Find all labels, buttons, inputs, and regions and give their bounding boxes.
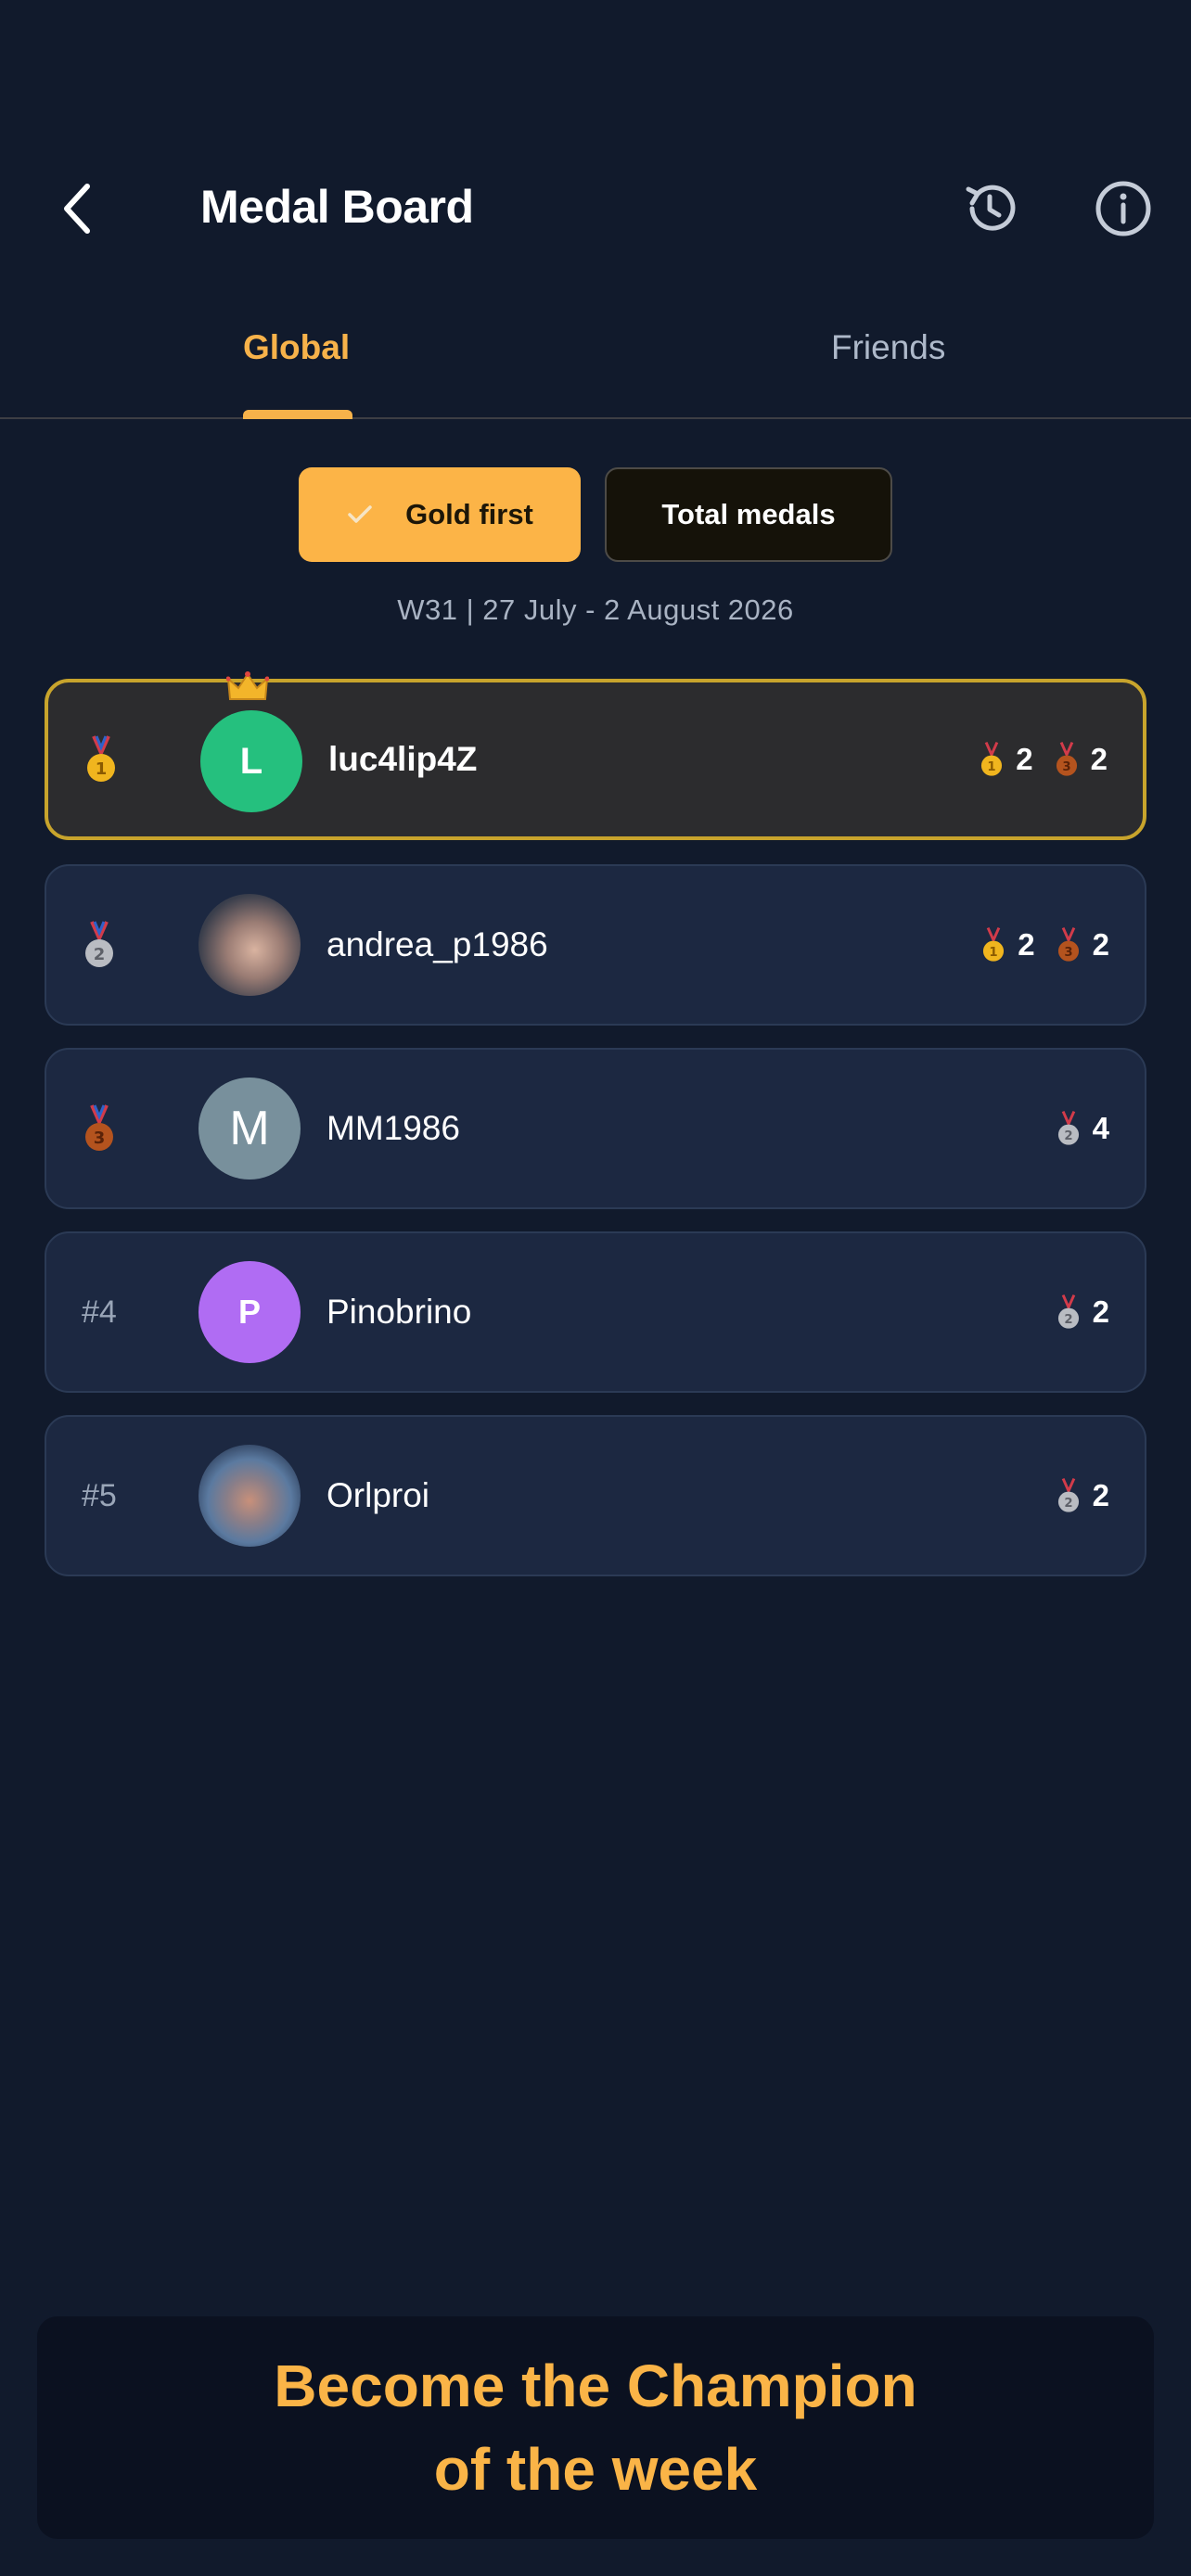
champion-banner: Become the Champion of the week (37, 2316, 1154, 2539)
svg-text:3: 3 (1062, 760, 1070, 774)
gold-first-label: Gold first (405, 498, 533, 530)
bronze-medal-icon: 3 (1056, 741, 1077, 776)
silver-medal-icon: 2 (1057, 1110, 1079, 1145)
silver-medal-count: 2 4 (1056, 1110, 1109, 1147)
bronze-medal-count: 3 2 (1054, 741, 1108, 778)
gold-medal-icon: 1 (983, 926, 1005, 962)
week-label: W31 | 27 July - 2 August 2026 (397, 593, 794, 626)
svg-text:2: 2 (1064, 1497, 1072, 1511)
username: MM1986 (327, 1109, 460, 1147)
crown-icon (225, 671, 270, 708)
rank: #4 (82, 1294, 117, 1330)
silver-medal-icon: 2 (1057, 1477, 1079, 1512)
banner-text: Become the Champion of the week (274, 2344, 916, 2511)
svg-text:1: 1 (990, 946, 998, 960)
info-button[interactable] (1091, 176, 1156, 241)
gold-medal-icon: 1 (981, 741, 1003, 776)
medal-counts: 1 2 3 2 (958, 682, 1108, 836)
history-button[interactable] (957, 176, 1022, 241)
total-medals-filter[interactable]: Total medals (605, 467, 892, 562)
svg-text:2: 2 (1064, 1313, 1072, 1327)
avatar-initial: P (237, 1293, 261, 1331)
medal-counts: 2 2 (1035, 1417, 1109, 1575)
rank: 1 (83, 682, 158, 836)
svg-text:2: 2 (94, 945, 106, 964)
app-header: Medal Board (0, 139, 1191, 278)
bronze-medal-count: 3 2 (1056, 926, 1109, 963)
svg-text:3: 3 (1064, 946, 1072, 960)
medal-counts: 2 4 (1035, 1050, 1109, 1207)
tab-global[interactable]: Global (243, 328, 350, 367)
tab-friends[interactable]: Friends (831, 328, 945, 367)
avatar: M (198, 1078, 301, 1180)
silver-medal-icon: 2 (1057, 1294, 1079, 1329)
gold-medal-icon: 1 (87, 735, 115, 782)
total-medals-label: Total medals (661, 498, 836, 530)
avatar: P (198, 1261, 301, 1363)
active-tab-indicator (243, 410, 352, 419)
leaderboard-row[interactable]: #5 Orlproi 2 2 (45, 1415, 1146, 1576)
silver-medal-count: 2 2 (1056, 1294, 1109, 1331)
silver-medal-icon: 2 (85, 921, 113, 967)
avatar-photo (198, 894, 301, 996)
svg-text:2: 2 (1064, 1129, 1072, 1143)
bronze-medal-icon: 3 (1057, 926, 1079, 962)
chevron-left-icon (64, 184, 90, 234)
username: Orlproi (327, 1476, 430, 1514)
info-icon (1095, 181, 1151, 236)
leaderboard-row[interactable]: 1 L luc4lip4Z 1 2 3 2 (45, 671, 1146, 840)
svg-text:1: 1 (988, 760, 996, 774)
banner-line-2: of the week (433, 2436, 758, 2503)
leaderboard-row[interactable]: 2 andrea_p1986 1 2 3 2 (45, 864, 1146, 1026)
rank: 3 (82, 1050, 156, 1207)
username: Pinobrino (327, 1293, 472, 1331)
back-button[interactable] (52, 176, 104, 241)
medal-counts: 1 2 3 2 (960, 866, 1109, 1024)
avatar-photo (198, 1445, 301, 1547)
history-icon (966, 185, 1016, 231)
banner-line-1: Become the Champion (274, 2353, 917, 2419)
gold-first-filter[interactable]: Gold first (299, 467, 581, 562)
page-title: Medal Board (200, 181, 474, 233)
svg-text:1: 1 (96, 759, 108, 779)
rank: #5 (82, 1477, 117, 1513)
avatar-initial: M (229, 1102, 270, 1155)
svg-text:3: 3 (94, 1129, 106, 1148)
avatar: L (200, 710, 302, 812)
rank: 2 (82, 866, 156, 1024)
medal-counts: 2 2 (1035, 1233, 1109, 1391)
username: luc4lip4Z (328, 740, 478, 778)
silver-medal-count: 2 2 (1056, 1477, 1109, 1514)
leaderboard-row[interactable]: 3 M MM1986 2 4 (45, 1048, 1146, 1209)
username: andrea_p1986 (327, 925, 548, 963)
bronze-medal-icon: 3 (85, 1104, 113, 1151)
gold-medal-count: 1 2 (980, 926, 1035, 963)
gold-medal-count: 1 2 (979, 741, 1033, 778)
tab-bar: Global Friends (0, 306, 1191, 419)
avatar-initial: L (239, 740, 263, 782)
check-icon (346, 504, 374, 526)
medal-board-screen: Medal Board Global Friends Gold first To… (0, 0, 1191, 2576)
leaderboard-row[interactable]: #4 P Pinobrino 2 2 (45, 1231, 1146, 1393)
